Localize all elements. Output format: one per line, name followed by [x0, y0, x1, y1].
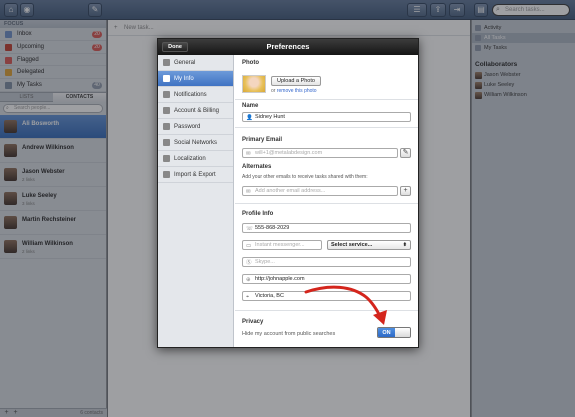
done-button[interactable]: Done	[162, 42, 188, 52]
chat-icon: ▭	[246, 243, 252, 249]
photo-header: Photo	[242, 60, 259, 66]
email-header: Primary Email	[242, 137, 283, 143]
privacy-label: Hide my account from public searches	[242, 331, 336, 337]
phone-field[interactable]: ☏ 555-868-2029	[242, 223, 411, 233]
pref-nav-my-info[interactable]: My Info	[158, 71, 233, 87]
pencil-icon: ✎	[402, 149, 409, 156]
pref-nav-notifications[interactable]: Notifications	[158, 87, 233, 103]
privacy-header: Privacy	[242, 319, 264, 325]
phone-icon: ☏	[246, 226, 253, 232]
dialog-header: Done Preferences	[158, 39, 418, 55]
preferences-nav: General My Info Notifications Account & Bil…	[158, 55, 234, 347]
nav-icon	[163, 123, 170, 130]
edit-email-button[interactable]: ✎	[400, 148, 411, 158]
divider	[235, 203, 418, 204]
pref-nav-label: Import & Export	[174, 172, 216, 178]
divider	[235, 99, 418, 100]
privacy-toggle[interactable]: ON	[377, 327, 411, 338]
profile-header: Profile Info	[242, 211, 274, 217]
instant-messenger-field[interactable]: ▭ Instant messenger...	[242, 240, 322, 250]
my-info-panel: Photo Upload a Photo or remove this phot…	[235, 55, 418, 347]
pref-nav-import-export[interactable]: Import & Export	[158, 167, 233, 183]
globe-icon: ⊕	[246, 277, 251, 283]
nav-icon	[163, 155, 170, 162]
location-field[interactable]: ⌖ Victoria, BC	[242, 291, 411, 301]
divider	[235, 310, 418, 311]
toggle-knob	[395, 328, 410, 337]
upload-photo-button[interactable]: Upload a Photo	[271, 76, 321, 86]
chevron-updown-icon: ⬍	[402, 242, 407, 248]
pref-nav-localization[interactable]: Localization	[158, 151, 233, 167]
pref-nav-label: General	[174, 60, 196, 66]
nav-icon	[163, 139, 170, 146]
alternates-note: Add your other emails to receive tasks s…	[242, 174, 368, 180]
alternate-email-field[interactable]: ✉ Add another email address...	[242, 186, 398, 196]
nav-icon	[163, 59, 170, 66]
nav-icon	[163, 171, 170, 178]
service-select[interactable]: Select service... ⬍	[327, 240, 411, 250]
preferences-dialog: Done Preferences General My Info Notificat…	[157, 38, 419, 348]
divider	[235, 127, 418, 128]
location-pin-icon: ⌖	[246, 294, 250, 300]
pref-nav-label: Password	[174, 124, 201, 130]
dialog-title: Preferences	[266, 42, 310, 51]
pref-nav-general[interactable]: General	[158, 55, 233, 71]
pref-nav-label: Notifications	[174, 92, 207, 98]
remove-photo-text: or remove this photo	[271, 88, 317, 94]
name-field[interactable]: 👤 Sidney Hunt	[242, 112, 411, 122]
pref-nav-label: Localization	[174, 156, 206, 162]
person-icon: 👤	[246, 115, 253, 121]
plus-icon: +	[403, 187, 408, 194]
mail-icon: ✉	[246, 189, 251, 195]
pref-nav-social-networks[interactable]: Social Networks	[158, 135, 233, 151]
pref-nav-password[interactable]: Password	[158, 119, 233, 135]
pref-nav-account-billing[interactable]: Account & Billing	[158, 103, 233, 119]
alternates-header: Alternates	[242, 164, 272, 170]
nav-icon	[163, 107, 170, 114]
add-email-button[interactable]: +	[400, 186, 411, 196]
profile-photo	[242, 75, 266, 93]
skype-field[interactable]: Ⓢ Skype...	[242, 257, 411, 267]
nav-icon	[163, 91, 170, 98]
pref-nav-label: Social Networks	[174, 140, 218, 146]
nav-icon	[163, 75, 170, 82]
skype-icon: Ⓢ	[246, 260, 252, 266]
website-field[interactable]: ⊕ http://johnapple.com	[242, 274, 411, 284]
email-field[interactable]: ✉ will+1@metalabdesign.com	[242, 148, 398, 158]
pref-nav-label: Account & Billing	[174, 108, 220, 114]
pref-nav-label: My Info	[174, 76, 194, 82]
mail-icon: ✉	[246, 151, 251, 157]
name-header: Name	[242, 103, 259, 109]
toggle-on-label: ON	[378, 328, 395, 337]
remove-photo-link[interactable]: remove this photo	[277, 88, 317, 94]
